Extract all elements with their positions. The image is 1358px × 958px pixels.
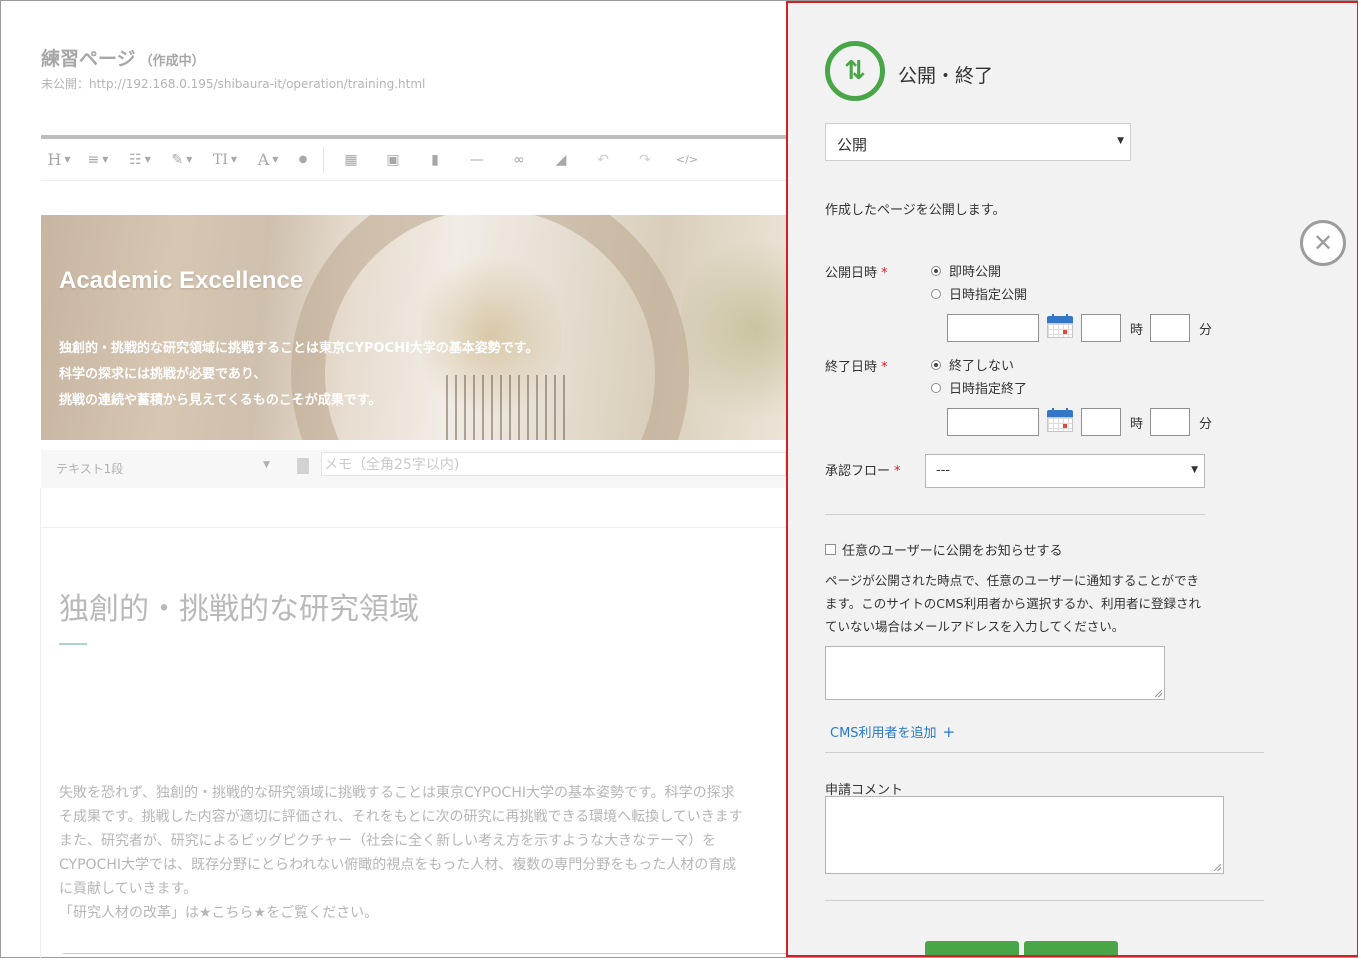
page-title: 練習ページ （作成中） xyxy=(41,48,205,70)
eraser-icon[interactable]: ◢ xyxy=(540,139,582,180)
tree-shape xyxy=(681,225,786,435)
end-none-radio[interactable]: 終了しない xyxy=(931,355,1014,374)
section-heading: 独創的・挑戦的な研究領域 xyxy=(59,592,419,627)
body-line: 「研究人材の改革」は★こちら★をご覧ください。 xyxy=(59,905,379,921)
hour-unit: 時 xyxy=(1130,417,1144,432)
approval-flow-select[interactable]: --- ▼ xyxy=(925,454,1205,488)
code-icon[interactable]: </> xyxy=(666,139,708,180)
divider xyxy=(63,953,786,954)
heading-icon[interactable]: H ▼ xyxy=(41,139,77,180)
radio-selected-icon xyxy=(931,359,941,370)
end-date-label: 終了日時 * xyxy=(825,360,888,375)
file-icon[interactable]: ▮ xyxy=(414,139,456,180)
end-hour-input[interactable] xyxy=(1081,408,1121,436)
link-icon[interactable]: ∞ xyxy=(498,139,540,180)
hero-line: 独創的・挑戦的な研究領域に挑戦することは東京CYPOCHI大学の基本姿勢です。 xyxy=(59,341,539,356)
required-mark: * xyxy=(881,266,888,281)
status-select[interactable]: 公開 ▼ xyxy=(825,123,1131,161)
toolbar-separator xyxy=(323,146,324,173)
primary-button[interactable] xyxy=(925,941,1019,955)
notify-description: ページが公開された時点で、任意のユーザーに通知することができ ます。このサイトの… xyxy=(825,569,1225,638)
publish-schedule-radio[interactable]: 日時指定公開 xyxy=(931,284,1027,303)
notify-description-line: ていない場合はメールアドレスを入力してください。 xyxy=(825,619,1125,634)
publish-minute-input[interactable] xyxy=(1150,314,1190,342)
approval-flow-label: 承認フロー * xyxy=(825,464,901,479)
page-url: 未公開：http://192.168.0.195/shibaura-it/ope… xyxy=(41,77,426,91)
body-line: 失敗を恐れず、独創的・挑戦的な研究領域に挑戦することは東京CYPOCHI大学の基… xyxy=(59,785,735,801)
divider xyxy=(41,527,786,528)
font-color-icon[interactable]: A ▼ xyxy=(247,139,289,180)
block-type-select[interactable]: テキスト1段 xyxy=(56,460,123,477)
required-mark: * xyxy=(894,464,901,479)
notify-description-line: ページが公開された時点で、任意のユーザーに通知することができ xyxy=(825,573,1200,588)
chevron-down-icon[interactable]: ▼ xyxy=(263,460,270,470)
add-cms-user-link[interactable]: CMS利用者を追加 + xyxy=(830,722,955,741)
heading-accent xyxy=(59,643,87,645)
approval-flow-value: --- xyxy=(936,463,951,478)
list-icon[interactable]: ☷ ▼ xyxy=(119,139,161,180)
body-line: CYPOCHI大学では、既存分野にとらわれない俯瞰的視点をもった人材、複数の専門… xyxy=(59,857,737,873)
calendar-icon[interactable] xyxy=(1047,314,1073,338)
radio-icon xyxy=(931,382,941,393)
memo-icon xyxy=(297,458,309,474)
body-line: また、研究者が、研究によるビッグピクチャー（社会に全く新しい考え方を示すような大… xyxy=(59,833,717,849)
hero-line: 挑戦の連続や蓄積から見えてくるものこそが成果です。 xyxy=(59,393,382,408)
page-status: （作成中） xyxy=(139,54,205,69)
editor-toolbar: H ▼ ≡ ▼ ☷ ▼ ✎ ▼ TI ▼ A ▼ ● ▦ ▣ ▮ — ∞ ◢ ↶ ↷ </> xyxy=(41,139,786,181)
body-line: に貢献していきます。 xyxy=(59,881,198,897)
notify-description-line: ます。このサイトのCMS利用者から選択するか、利用者に登録され xyxy=(825,596,1201,611)
calendar-icon[interactable] xyxy=(1047,408,1073,432)
panel-description: 作成したページを公開します。 xyxy=(825,203,1006,218)
divider xyxy=(825,514,1205,515)
align-icon[interactable]: ≡ ▼ xyxy=(77,139,119,180)
undo-icon[interactable]: ↶ xyxy=(582,139,624,180)
radio-icon xyxy=(931,288,941,299)
publish-panel: ⇅ 公開・終了 公開 ▼ 作成したページを公開します。 公開日時 * 即時公開 日… xyxy=(786,1,1358,957)
table-icon[interactable]: ▦ xyxy=(330,139,372,180)
publish-date-input[interactable] xyxy=(947,314,1039,342)
redo-icon[interactable]: ↷ xyxy=(624,139,666,180)
chevron-down-icon: ▼ xyxy=(1191,465,1198,475)
close-icon[interactable]: ✕ xyxy=(1300,220,1346,266)
body-text: 失敗を恐れず、独創的・挑戦的な研究領域に挑戦することは東京CYPOCHI大学の基… xyxy=(59,781,786,925)
brush-icon[interactable]: ✎ ▼ xyxy=(161,139,203,180)
checkbox-icon xyxy=(825,544,836,555)
radio-selected-icon xyxy=(931,265,941,276)
body-line: そ成果です。挑戦した内容が適切に評価され、それをもとに次の研究に再挑戦できる環境… xyxy=(59,809,743,825)
publish-toggle-icon: ⇅ xyxy=(825,41,885,101)
end-schedule-radio[interactable]: 日時指定終了 xyxy=(931,378,1027,397)
block-settings-row: テキスト1段 ▼ メモ（全角25字以内) xyxy=(41,450,786,488)
comment-textarea[interactable] xyxy=(825,796,1224,874)
minute-unit: 分 xyxy=(1199,323,1213,338)
memo-input[interactable]: メモ（全角25字以内) xyxy=(321,452,786,476)
image-icon[interactable]: ▣ xyxy=(372,139,414,180)
divider xyxy=(825,752,1264,753)
panel-title: 公開・終了 xyxy=(898,65,994,87)
notify-users-textarea[interactable] xyxy=(825,646,1165,700)
horizontal-rule-icon[interactable]: — xyxy=(456,139,498,180)
divider xyxy=(825,900,1264,901)
end-minute-input[interactable] xyxy=(1150,408,1190,436)
required-mark: * xyxy=(881,360,888,375)
publish-date-label: 公開日時 * xyxy=(825,266,888,281)
end-date-input[interactable] xyxy=(947,408,1039,436)
hero-line: 科学の探求には挑戦が必要であり、 xyxy=(59,367,267,382)
chevron-down-icon: ▼ xyxy=(1117,136,1124,146)
plus-icon: + xyxy=(942,723,956,741)
gate-shape xyxy=(446,375,566,440)
hero-title: Academic Excellence xyxy=(59,267,304,294)
status-select-value: 公開 xyxy=(837,136,868,154)
drop-icon[interactable]: ● xyxy=(289,139,317,180)
divider xyxy=(40,488,41,958)
minute-unit: 分 xyxy=(1199,417,1213,432)
publish-now-radio[interactable]: 即時公開 xyxy=(931,261,1001,280)
notify-checkbox[interactable]: 任意のユーザーに公開をお知らせする xyxy=(825,540,1062,559)
hour-unit: 時 xyxy=(1130,323,1144,338)
hero-image: Academic Excellence 独創的・挑戦的な研究領域に挑戦することは… xyxy=(41,215,786,440)
secondary-button[interactable] xyxy=(1024,941,1118,955)
publish-hour-input[interactable] xyxy=(1081,314,1121,342)
text-size-icon[interactable]: TI ▼ xyxy=(203,139,247,180)
